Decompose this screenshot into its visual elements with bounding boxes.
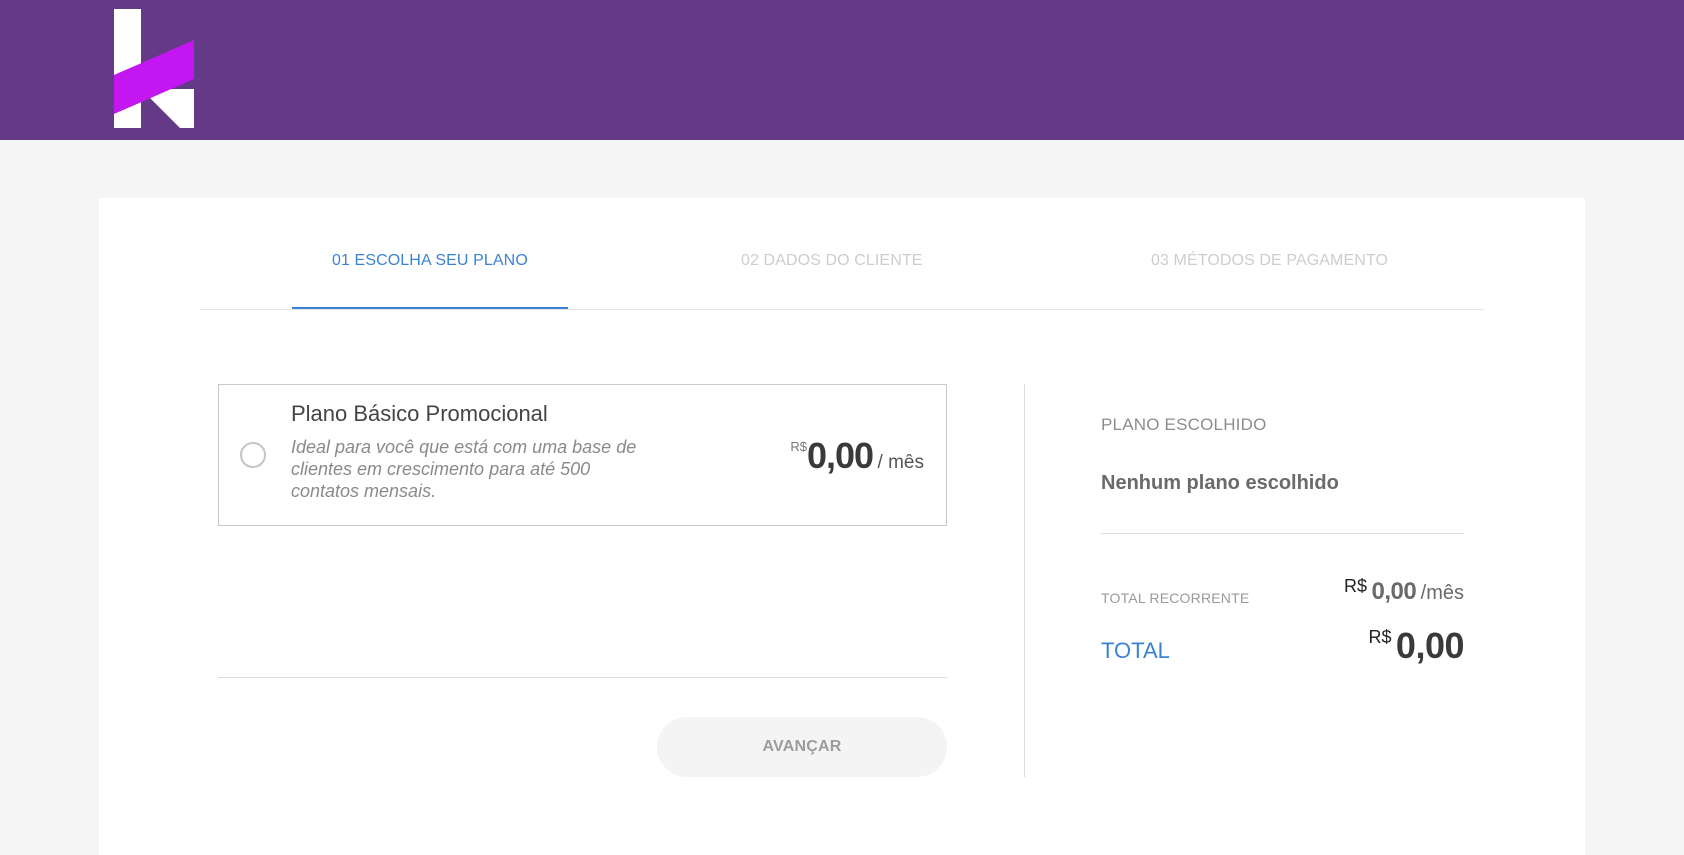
plan-price-amount: 0,00 — [807, 435, 874, 476]
divider — [218, 677, 947, 678]
total-value: R$ 0,00 — [1368, 625, 1464, 667]
total-amount: 0,00 — [1395, 625, 1465, 666]
chosen-plan-text: Nenhum plano escolhido — [1101, 472, 1339, 494]
plan-radio-button[interactable] — [240, 442, 266, 468]
k-brand-logo-icon[interactable] — [114, 9, 194, 128]
total-currency: R$ — [1368, 627, 1392, 647]
vertical-divider — [1024, 384, 1025, 777]
recurring-total-value: R$ 0,00 /mês — [1344, 576, 1464, 606]
plan-description: Ideal para você que está com uma base de… — [291, 437, 637, 501]
recurring-currency: R$ — [1344, 576, 1368, 596]
plan-price-currency: R$ — [790, 439, 808, 454]
plan-price: R$0,00 / mês — [790, 435, 924, 477]
active-step-underline — [292, 307, 568, 309]
plan-name: Plano Básico Promocional — [291, 401, 548, 426]
step-client-data[interactable]: 02 DADOS DO CLIENTE — [741, 252, 923, 270]
summary-divider — [1101, 533, 1464, 534]
checkout-steps: 01 ESCOLHA SEU PLANO 02 DADOS DO CLIENTE… — [200, 198, 1484, 310]
step-choose-plan[interactable]: 01 ESCOLHA SEU PLANO — [332, 252, 528, 270]
recurring-period: /mês — [1420, 582, 1464, 604]
checkout-card: 01 ESCOLHA SEU PLANO 02 DADOS DO CLIENTE… — [99, 198, 1585, 855]
top-header-bar — [0, 0, 1684, 140]
total-label: TOTAL — [1101, 638, 1170, 663]
next-button[interactable]: AVANÇAR — [657, 717, 947, 777]
plan-option-card[interactable]: Plano Básico Promocional Ideal para você… — [218, 384, 947, 526]
summary-title: PLANO ESCOLHIDO — [1101, 415, 1267, 434]
plan-price-period: / mês — [877, 452, 924, 473]
recurring-total-label: TOTAL RECORRENTE — [1101, 590, 1250, 606]
step-payment-methods[interactable]: 03 MÉTODOS DE PAGAMENTO — [1151, 252, 1388, 270]
recurring-amount: 0,00 — [1371, 578, 1417, 605]
